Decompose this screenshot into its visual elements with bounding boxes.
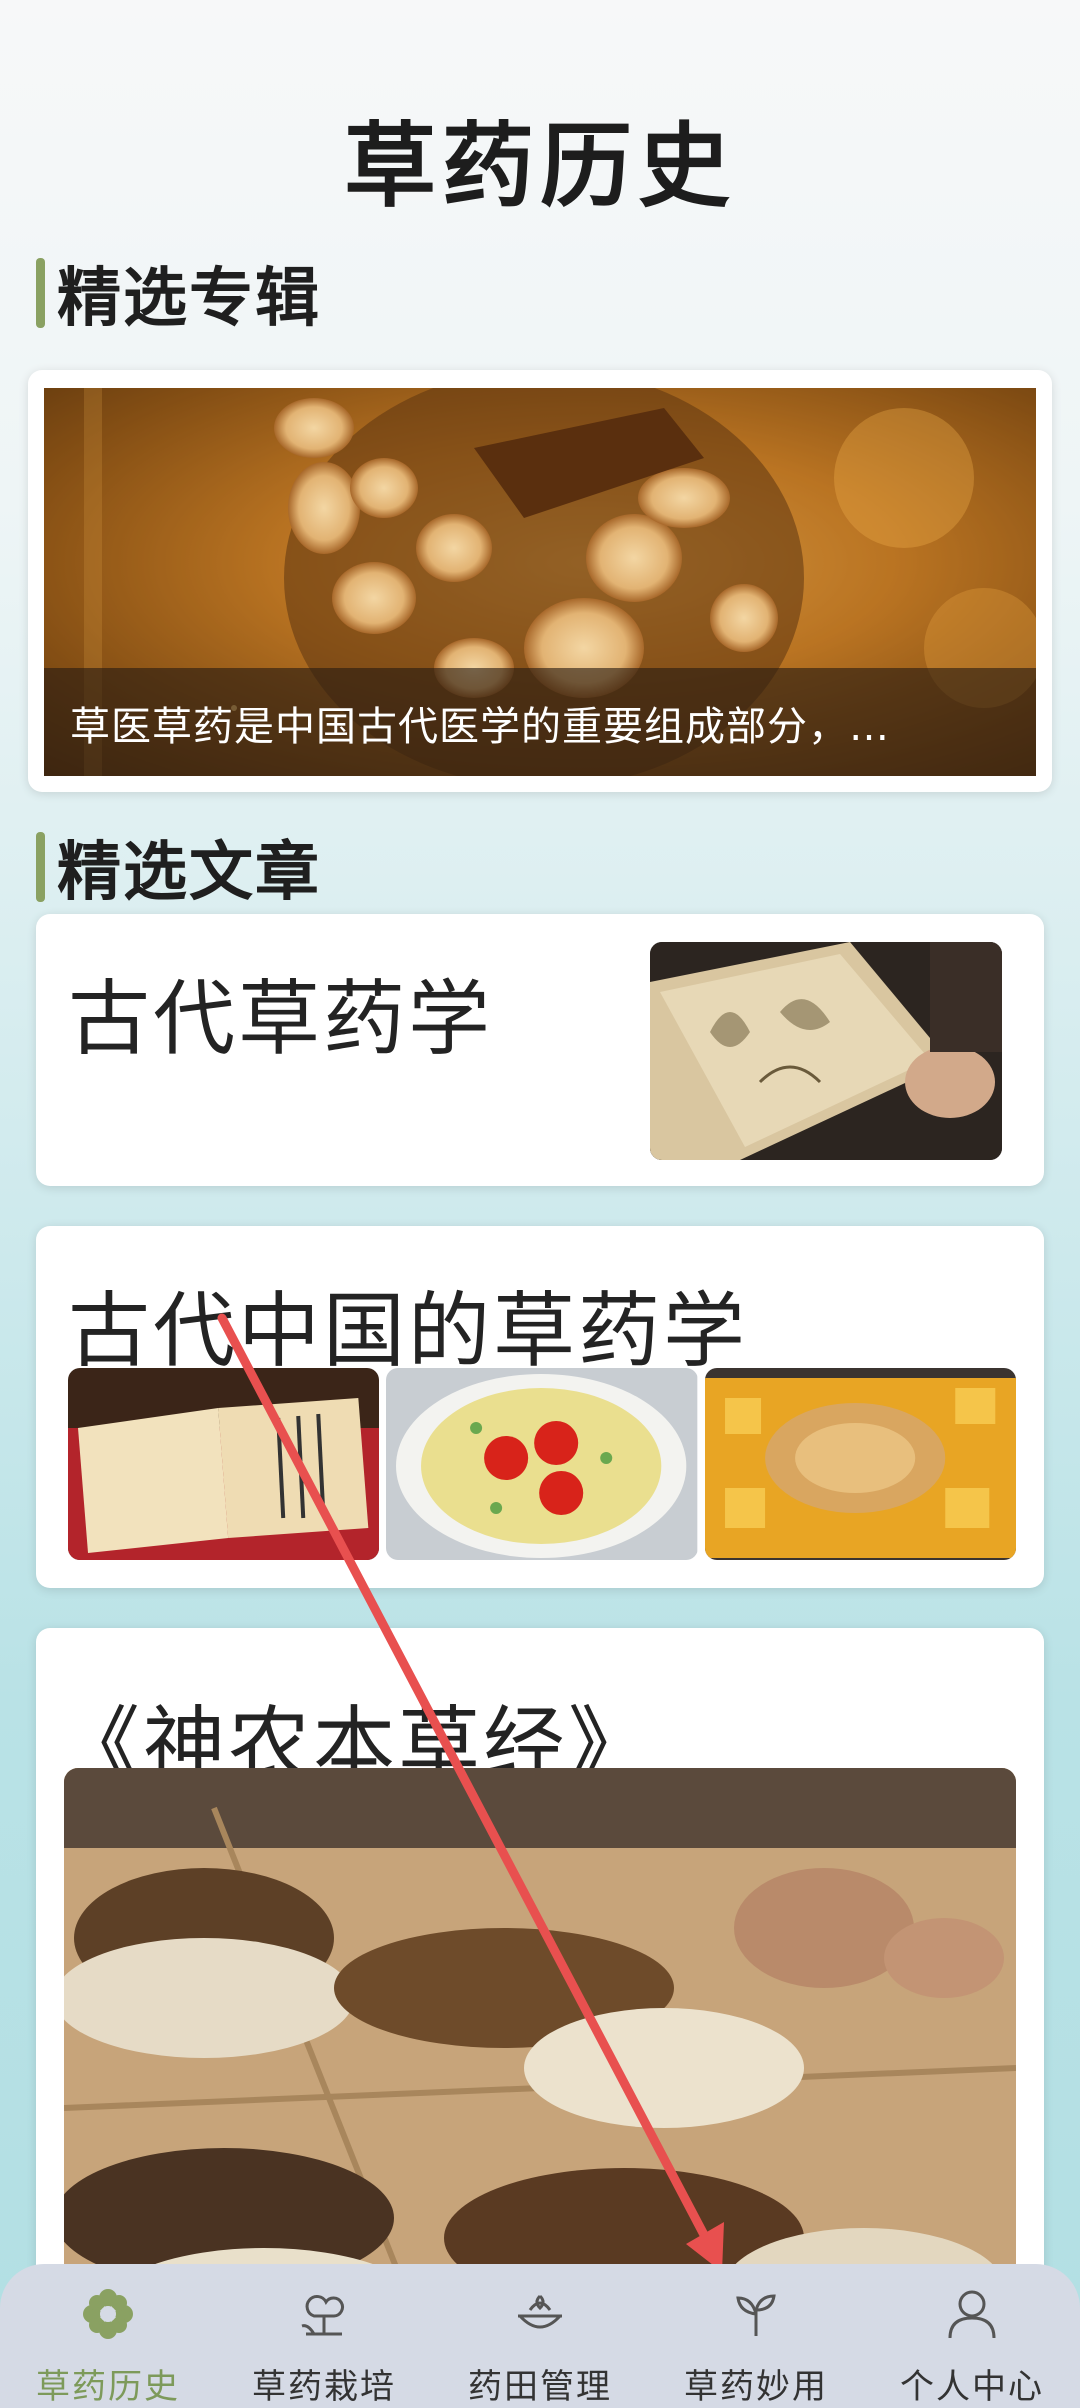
tab-herb-history[interactable]: 草药历史 [0,2264,216,2408]
herb-slices-image: 草医草药是中国古代医学的重要组成部分，… [44,388,1036,776]
article-thumbnails [68,1368,1016,1560]
field-bowl-icon [508,2282,572,2345]
person-icon [940,2282,1004,2345]
ancient-herbal-book-image [650,942,1002,1160]
salad-dish-image [386,1368,698,1560]
section-label: 精选文章 [57,836,321,910]
section-heading-featured: 精选专辑 [36,256,321,336]
banner-caption: 草医草药是中国古代医学的重要组成部分，… [70,704,890,750]
section-heading-articles: 精选文章 [36,830,321,910]
article-card[interactable]: 古代中国的草药学 [36,1226,1044,1588]
bottom-tab-bar: 草药历史 草药栽培 药田管理 草药妙用 个人中心 [0,2264,1080,2408]
tab-label: 草药栽培 [252,2367,396,2407]
plant-tree-icon [292,2282,356,2345]
sprout-icon [724,2282,788,2345]
tab-label: 草药历史 [36,2367,180,2407]
tab-label: 药田管理 [468,2367,612,2407]
featured-album-card[interactable]: 草医草药是中国古代医学的重要组成部分，… [28,370,1052,792]
tab-herb-uses[interactable]: 草药妙用 [648,2264,864,2408]
article-title: 古代中国的草药学 [68,1284,749,1379]
tab-label: 个人中心 [900,2367,1044,2407]
article-card[interactable]: 古代草药学 [36,914,1044,1186]
section-label: 精选专辑 [57,262,321,336]
baked-dish-image [704,1368,1016,1560]
tab-herb-cultivation[interactable]: 草药栽培 [216,2264,432,2408]
tab-field-management[interactable]: 药田管理 [432,2264,648,2408]
page-title: 草药历史 [343,113,736,220]
classic-book-image [68,1368,380,1560]
article-title: 古代草药学 [68,972,494,1067]
tab-label: 草药妙用 [684,2367,828,2407]
section-accent-bar [36,258,45,328]
section-accent-bar [36,832,45,902]
tab-personal-center[interactable]: 个人中心 [864,2264,1080,2408]
flower-icon [76,2282,140,2345]
